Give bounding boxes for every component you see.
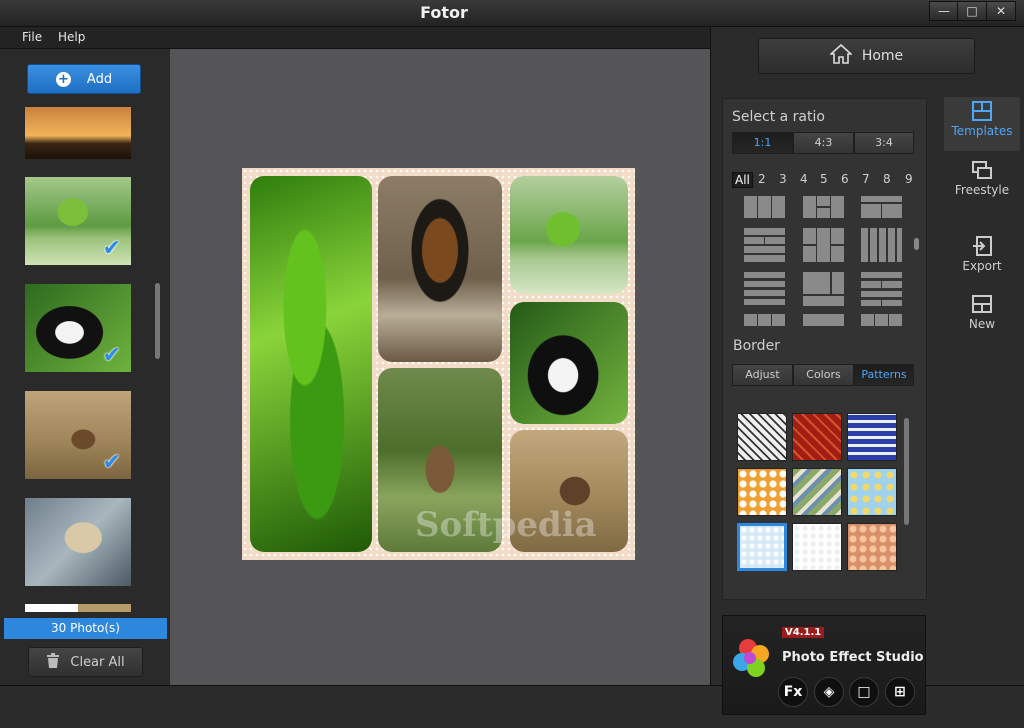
fx-label: Fx [783, 684, 803, 700]
collage-cell-snake[interactable] [250, 176, 372, 552]
photo-thumbnail-partial[interactable] [25, 604, 131, 612]
template-thumbnail[interactable] [744, 196, 785, 218]
menu-help[interactable]: Help [58, 30, 85, 44]
templates-label: Templates [951, 124, 1013, 138]
collage-cell-dog[interactable] [378, 176, 502, 362]
window-title: Fotor [420, 3, 468, 22]
pattern-scrollbar[interactable] [904, 418, 909, 525]
checkmark-icon: ✔ [102, 450, 121, 475]
pattern-swatch-light-blue[interactable] [737, 523, 787, 571]
ratio-3-4[interactable]: 3:4 [854, 132, 914, 154]
freestyle-tool[interactable]: Freestyle [944, 156, 1020, 210]
clear-all-label: Clear All [70, 654, 125, 670]
photo-thumbnail-frog[interactable]: ✔ [25, 177, 131, 265]
count-filter-8[interactable]: 8 [883, 172, 891, 186]
watermark-text: Softpedia [415, 505, 597, 545]
pattern-swatch-stars[interactable] [847, 468, 897, 516]
close-icon: ✕ [995, 4, 1007, 18]
version-badge: V4.1.1 [782, 627, 825, 638]
frame-icon: □ [857, 684, 871, 700]
pattern-swatch-orange-floral[interactable] [737, 468, 787, 516]
photo-thumbnail-jackal[interactable]: ✔ [25, 391, 131, 479]
tab-adjust[interactable]: Adjust [732, 364, 793, 386]
minimize-icon: — [938, 4, 950, 18]
template-thumbnail[interactable] [744, 272, 785, 306]
tab-colors[interactable]: Colors [793, 364, 854, 386]
library-scrollbar[interactable] [155, 283, 160, 359]
count-filter-7[interactable]: 7 [862, 172, 870, 186]
count-filter-9[interactable]: 9 [905, 172, 913, 186]
pattern-swatch-peach[interactable] [847, 523, 897, 571]
template-thumbnail[interactable] [861, 314, 902, 326]
count-filter-6[interactable]: 6 [841, 172, 849, 186]
fx-button[interactable]: Fx [778, 677, 808, 707]
template-thumbnail[interactable] [803, 196, 844, 218]
close-button[interactable]: ✕ [986, 1, 1016, 21]
template-thumbnail[interactable] [861, 272, 902, 306]
trash-icon [46, 652, 60, 672]
collage[interactable] [242, 168, 635, 560]
new-collage-icon [971, 293, 993, 315]
template-thumbnail[interactable] [861, 196, 902, 218]
freestyle-icon [971, 159, 993, 181]
tab-patterns[interactable]: Patterns [854, 364, 914, 386]
crop-button[interactable]: ⊞ [885, 677, 915, 707]
template-thumbnail[interactable] [803, 314, 844, 326]
border-section-title: Border [733, 338, 780, 354]
checkmark-icon: ✔ [102, 236, 121, 261]
home-icon [828, 43, 853, 68]
pattern-swatch-argyle[interactable] [737, 413, 787, 461]
photo-thumbnail-otter[interactable] [25, 498, 131, 586]
checkmark-icon: ✔ [102, 343, 121, 368]
pattern-swatch-white[interactable] [792, 523, 842, 571]
export-tool[interactable]: Export [944, 232, 1020, 286]
collage-cell-monkey[interactable] [510, 302, 628, 424]
promo-title: Photo Effect Studio [782, 650, 924, 665]
count-filter-4[interactable]: 4 [800, 172, 808, 186]
photo-effect-studio-logo [728, 628, 778, 692]
count-filter-all[interactable]: All [732, 172, 753, 188]
pattern-swatch-red[interactable] [792, 413, 842, 461]
photo-count-bar: 30 Photo(s) [4, 618, 167, 639]
export-label: Export [962, 259, 1002, 273]
pattern-swatch-blue-plaid[interactable] [847, 413, 897, 461]
freestyle-label: Freestyle [954, 183, 1010, 197]
collage-cell-frog[interactable] [510, 176, 628, 294]
home-label: Home [861, 48, 904, 64]
add-photo-button[interactable]: + Add [27, 64, 141, 94]
clear-all-button[interactable]: Clear All [28, 647, 143, 677]
pattern-swatch-stripes[interactable] [792, 468, 842, 516]
crop-icon: ⊞ [894, 684, 906, 700]
templates-tool[interactable]: Templates [944, 97, 1020, 151]
new-label: New [968, 317, 996, 331]
template-thumbnail[interactable] [744, 314, 785, 326]
templates-icon [971, 100, 993, 122]
ratio-4-3[interactable]: 4:3 [793, 132, 854, 154]
maximize-icon: □ [966, 4, 978, 18]
menu-bar [0, 27, 710, 49]
menu-file[interactable]: File [22, 30, 42, 44]
ratio-section-title: Select a ratio [732, 109, 825, 125]
count-filter-5[interactable]: 5 [820, 172, 828, 186]
photo-thumbnail-monkey[interactable]: ✔ [25, 284, 131, 372]
count-filter-2[interactable]: 2 [758, 172, 766, 186]
export-icon [971, 235, 993, 257]
pattern-effect-button[interactable]: ◈ [814, 677, 844, 707]
photo-thumbnail-sunset[interactable] [25, 107, 131, 159]
ratio-1-1[interactable]: 1:1 [732, 132, 793, 154]
home-button[interactable]: Home [758, 38, 975, 74]
template-thumbnail[interactable] [744, 228, 785, 262]
minimize-button[interactable]: — [929, 1, 959, 21]
maximize-button[interactable]: □ [957, 1, 987, 21]
template-thumbnail[interactable] [803, 272, 844, 306]
diamond-grid-icon: ◈ [823, 684, 835, 700]
count-filter-3[interactable]: 3 [779, 172, 787, 186]
template-thumbnail[interactable] [861, 228, 902, 262]
frame-button[interactable]: □ [849, 677, 879, 707]
new-tool[interactable]: New [944, 290, 1020, 344]
plus-icon: + [55, 71, 71, 87]
add-photo-label: Add [86, 71, 113, 87]
template-scrollbar[interactable] [914, 238, 919, 250]
template-thumbnail[interactable] [803, 228, 844, 262]
